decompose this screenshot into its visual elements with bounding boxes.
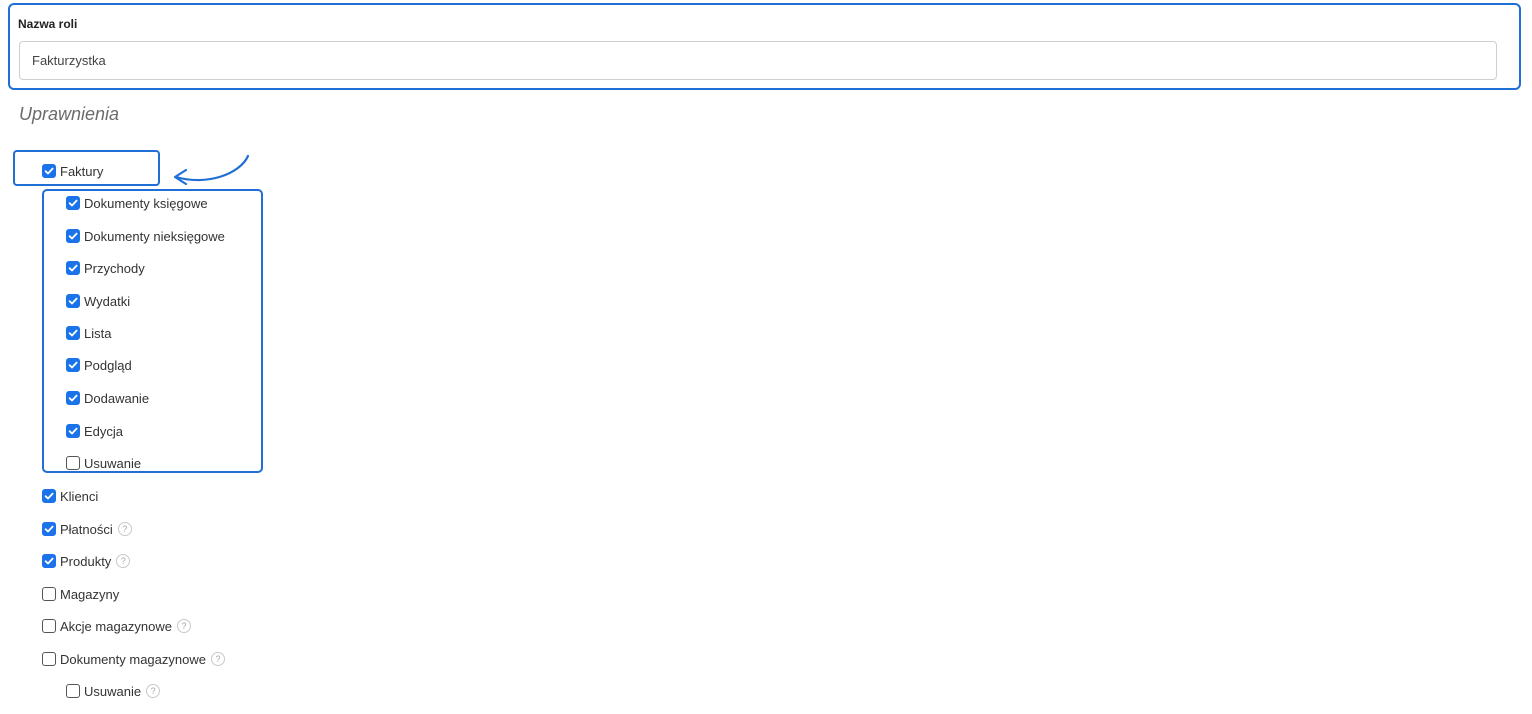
checkbox-checked[interactable] <box>42 554 56 568</box>
perm-label: Faktury <box>60 163 104 179</box>
perm-label: Wydatki <box>84 293 131 309</box>
help-icon[interactable]: ? <box>210 652 225 666</box>
perm-label: Podgląd <box>84 357 132 373</box>
perm-dokumenty-magazynowe[interactable]: Dokumenty magazynowe ? <box>42 649 225 669</box>
checkmark-icon <box>44 525 54 533</box>
checkmark-icon <box>68 297 78 305</box>
perm-platnosci[interactable]: Płatności ? <box>42 519 132 539</box>
perm-akcje-magazynowe[interactable]: Akcje magazynowe ? <box>42 616 191 636</box>
checkmark-icon <box>44 492 54 500</box>
perm-magazyny[interactable]: Magazyny <box>42 584 119 604</box>
perm-label: Dokumenty księgowe <box>84 195 208 211</box>
checkbox-checked[interactable] <box>66 294 80 308</box>
perm-label: Magazyny <box>60 586 120 602</box>
perm-label: Akcje magazynowe <box>60 618 172 634</box>
perm-dokumenty-nieksiegowe[interactable]: Dokumenty nieksięgowe <box>66 226 225 246</box>
perm-label: Klienci <box>60 488 99 504</box>
checkbox-checked[interactable] <box>66 196 80 210</box>
checkbox-checked[interactable] <box>66 358 80 372</box>
checkbox-unchecked[interactable] <box>42 619 56 633</box>
perm-label: Płatności <box>60 521 113 537</box>
checkbox-checked[interactable] <box>42 164 56 178</box>
perm-label: Edycja <box>84 423 124 439</box>
perm-label: Produkty <box>60 553 112 569</box>
role-edit-page: Nazwa roli Uprawnienia Faktury Dokumenty… <box>0 0 1532 714</box>
perm-wydatki[interactable]: Wydatki <box>66 291 130 311</box>
checkmark-icon <box>68 199 78 207</box>
checkbox-checked[interactable] <box>66 229 80 243</box>
checkmark-icon <box>68 264 78 272</box>
checkbox-checked[interactable] <box>66 261 80 275</box>
checkbox-checked[interactable] <box>66 391 80 405</box>
help-icon[interactable]: ? <box>177 619 191 633</box>
perm-dokumenty-ksiegowe[interactable]: Dokumenty księgowe <box>66 193 208 213</box>
role-name-label: Nazwa roli <box>18 17 78 31</box>
perm-produkty[interactable]: Produkty ? <box>42 551 131 571</box>
perm-label: Usuwanie <box>84 683 142 699</box>
checkbox-unchecked[interactable] <box>66 684 80 698</box>
help-icon[interactable]: ? <box>116 554 131 568</box>
perm-lista[interactable]: Lista <box>66 323 111 343</box>
help-icon[interactable]: ? <box>146 684 161 698</box>
perm-label: Dokumenty magazynowe <box>60 651 206 667</box>
checkbox-unchecked[interactable] <box>66 456 80 470</box>
help-icon[interactable]: ? <box>117 522 132 536</box>
checkmark-icon <box>68 394 78 402</box>
checkbox-checked[interactable] <box>42 522 56 536</box>
checkmark-icon <box>68 427 78 435</box>
perm-usuwanie[interactable]: Usuwanie <box>66 453 141 473</box>
pointer-arrow-icon <box>173 154 250 186</box>
perm-label: Przychody <box>84 260 145 276</box>
perm-label: Dodawanie <box>84 390 150 406</box>
checkmark-icon <box>44 557 54 565</box>
checkmark-icon <box>68 329 78 337</box>
checkbox-unchecked[interactable] <box>42 652 56 666</box>
checkbox-checked[interactable] <box>66 326 80 340</box>
perm-dodawanie[interactable]: Dodawanie <box>66 388 149 408</box>
checkmark-icon <box>68 232 78 240</box>
checkbox-unchecked[interactable] <box>42 587 56 601</box>
perm-klienci[interactable]: Klienci <box>42 486 98 506</box>
role-name-input[interactable] <box>19 41 1497 80</box>
checkbox-checked[interactable] <box>66 424 80 438</box>
perm-edycja[interactable]: Edycja <box>66 421 123 441</box>
checkmark-icon <box>68 361 78 369</box>
perm-label: Dokumenty nieksięgowe <box>84 228 225 244</box>
perm-faktury[interactable]: Faktury <box>42 161 103 181</box>
checkmark-icon <box>44 167 54 175</box>
perm-label: Lista <box>84 325 112 341</box>
perm-podglad[interactable]: Podgląd <box>66 355 132 375</box>
perm-przychody[interactable]: Przychody <box>66 258 145 278</box>
perm-label: Usuwanie <box>84 455 142 471</box>
checkbox-checked[interactable] <box>42 489 56 503</box>
permissions-title: Uprawnienia <box>19 104 120 124</box>
perm-dokumenty-magazynowe-usuwanie[interactable]: Usuwanie ? <box>66 681 161 701</box>
